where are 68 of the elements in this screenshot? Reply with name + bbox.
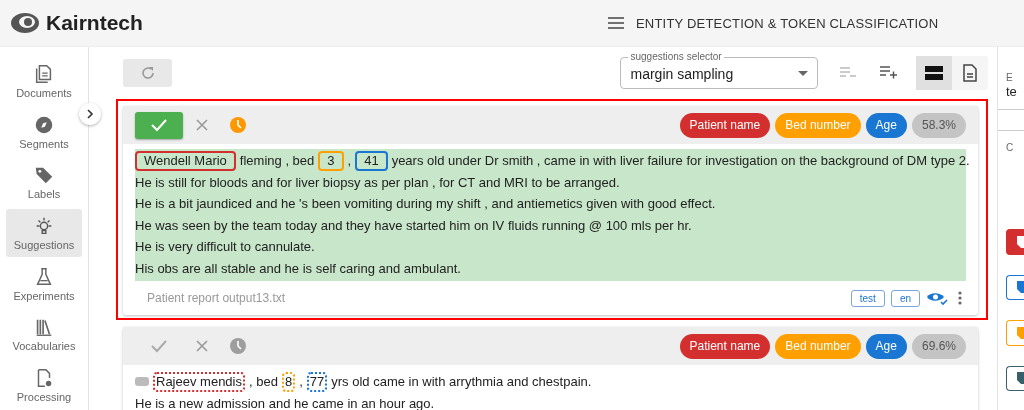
entity-annotation[interactable]: 41: [355, 150, 388, 171]
report-text: yrs old came in with arrythmia and chestpain.: [331, 373, 592, 391]
nav-item[interactable]: Labels: [6, 158, 82, 207]
panel-text: E: [1006, 71, 1014, 85]
label-button[interactable]: [1006, 274, 1024, 301]
brand-name: Kairntech: [46, 11, 143, 35]
panel-text: C: [1006, 141, 1015, 155]
report-text: He is very difficult to cannulate.: [135, 238, 315, 256]
list-plus-icon: [880, 66, 898, 80]
entity-annotation[interactable]: Rajeev mendis: [153, 371, 245, 392]
report-text: He is a new admission and he came in an hour ago.: [135, 394, 435, 410]
nav-item[interactable]: Vocabularies: [6, 309, 82, 359]
suggestions-selector[interactable]: suggestions selector margin sampling: [620, 51, 818, 89]
file-name: Patient report output13.txt: [147, 291, 286, 305]
report-text: He is a bit jaundiced and he 's been vomiting during my shift , and antiemetics given with good effect.: [135, 195, 716, 213]
expand-button[interactable]: [79, 103, 101, 125]
label-chip: Patient name: [679, 112, 771, 138]
page-title: ENTITY DETECTION & TOKEN CLASSIFICATION: [636, 15, 939, 31]
nav-item[interactable]: Experiments: [6, 259, 82, 308]
label-button[interactable]: [1006, 365, 1024, 391]
entity-annotation[interactable]: 8: [281, 371, 296, 392]
report-text: years old under Dr smith , came in with liver failure for investigation on the background of DM type 2.: [391, 152, 970, 170]
score-chip: 58.3%: [911, 112, 966, 138]
nav-item[interactable]: Processing: [6, 360, 82, 410]
label-chip: Bed number: [775, 333, 861, 359]
clock-icon: [229, 337, 247, 355]
nav-item[interactable]: Suggestions: [6, 208, 82, 258]
report-text: He was seen by the team today and they have started him on IV fluids running @ 100 mls per hr.: [135, 216, 692, 235]
label-chip: Age: [865, 333, 907, 359]
entity-annotation[interactable]: 77: [306, 371, 328, 392]
selected-value: margin sampling: [630, 65, 734, 82]
check-icon: [150, 339, 168, 353]
view-mode-button[interactable]: [916, 56, 952, 90]
score-chip: 69.6%: [911, 333, 966, 359]
tag-chip[interactable]: en: [890, 289, 920, 307]
check-icon: [150, 118, 168, 132]
caret-icon: [798, 71, 808, 76]
close-icon: [195, 339, 209, 353]
label-chip: Bed number: [775, 112, 861, 138]
accept-button[interactable]: [135, 111, 183, 139]
nav-item[interactable]: Documents: [6, 57, 82, 106]
refresh-button[interactable]: [123, 59, 173, 87]
expand-all-button[interactable]: [880, 66, 898, 80]
panel-text: te: [1006, 85, 1018, 99]
eye-icon[interactable]: [926, 290, 948, 306]
tag-chip[interactable]: test: [850, 289, 885, 307]
field-label: suggestions selector: [628, 51, 724, 63]
document-icon: [963, 64, 977, 82]
entity-annotation[interactable]: 3: [318, 150, 344, 171]
report-text: He is still for bloods and for liver biopsy as per plan , for CT and MRI to be arranged.: [135, 173, 620, 192]
refresh-icon: [139, 65, 156, 81]
close-icon: [195, 118, 209, 132]
nav-item[interactable]: Segments: [6, 107, 82, 157]
clock-icon: [229, 116, 247, 134]
menu-icon[interactable]: [608, 17, 624, 29]
report-text: ,: [299, 373, 303, 391]
logo-icon: [10, 11, 40, 35]
report-text: , bed: [249, 373, 278, 391]
label-chip: Patient name: [679, 333, 771, 359]
entity-annotation[interactable]: Wendell Mario: [135, 150, 236, 171]
report-text: fleming , bed: [239, 152, 315, 170]
list-minus-icon: [840, 67, 858, 79]
label-chip: Age: [865, 112, 907, 138]
report-text: ,: [347, 152, 352, 170]
label-button[interactable]: [1006, 229, 1024, 255]
chevron-icon: [86, 109, 94, 119]
report-text: His obs are all stable and he is self caring and ambulant.: [135, 259, 461, 278]
blocks-icon: [925, 66, 943, 80]
